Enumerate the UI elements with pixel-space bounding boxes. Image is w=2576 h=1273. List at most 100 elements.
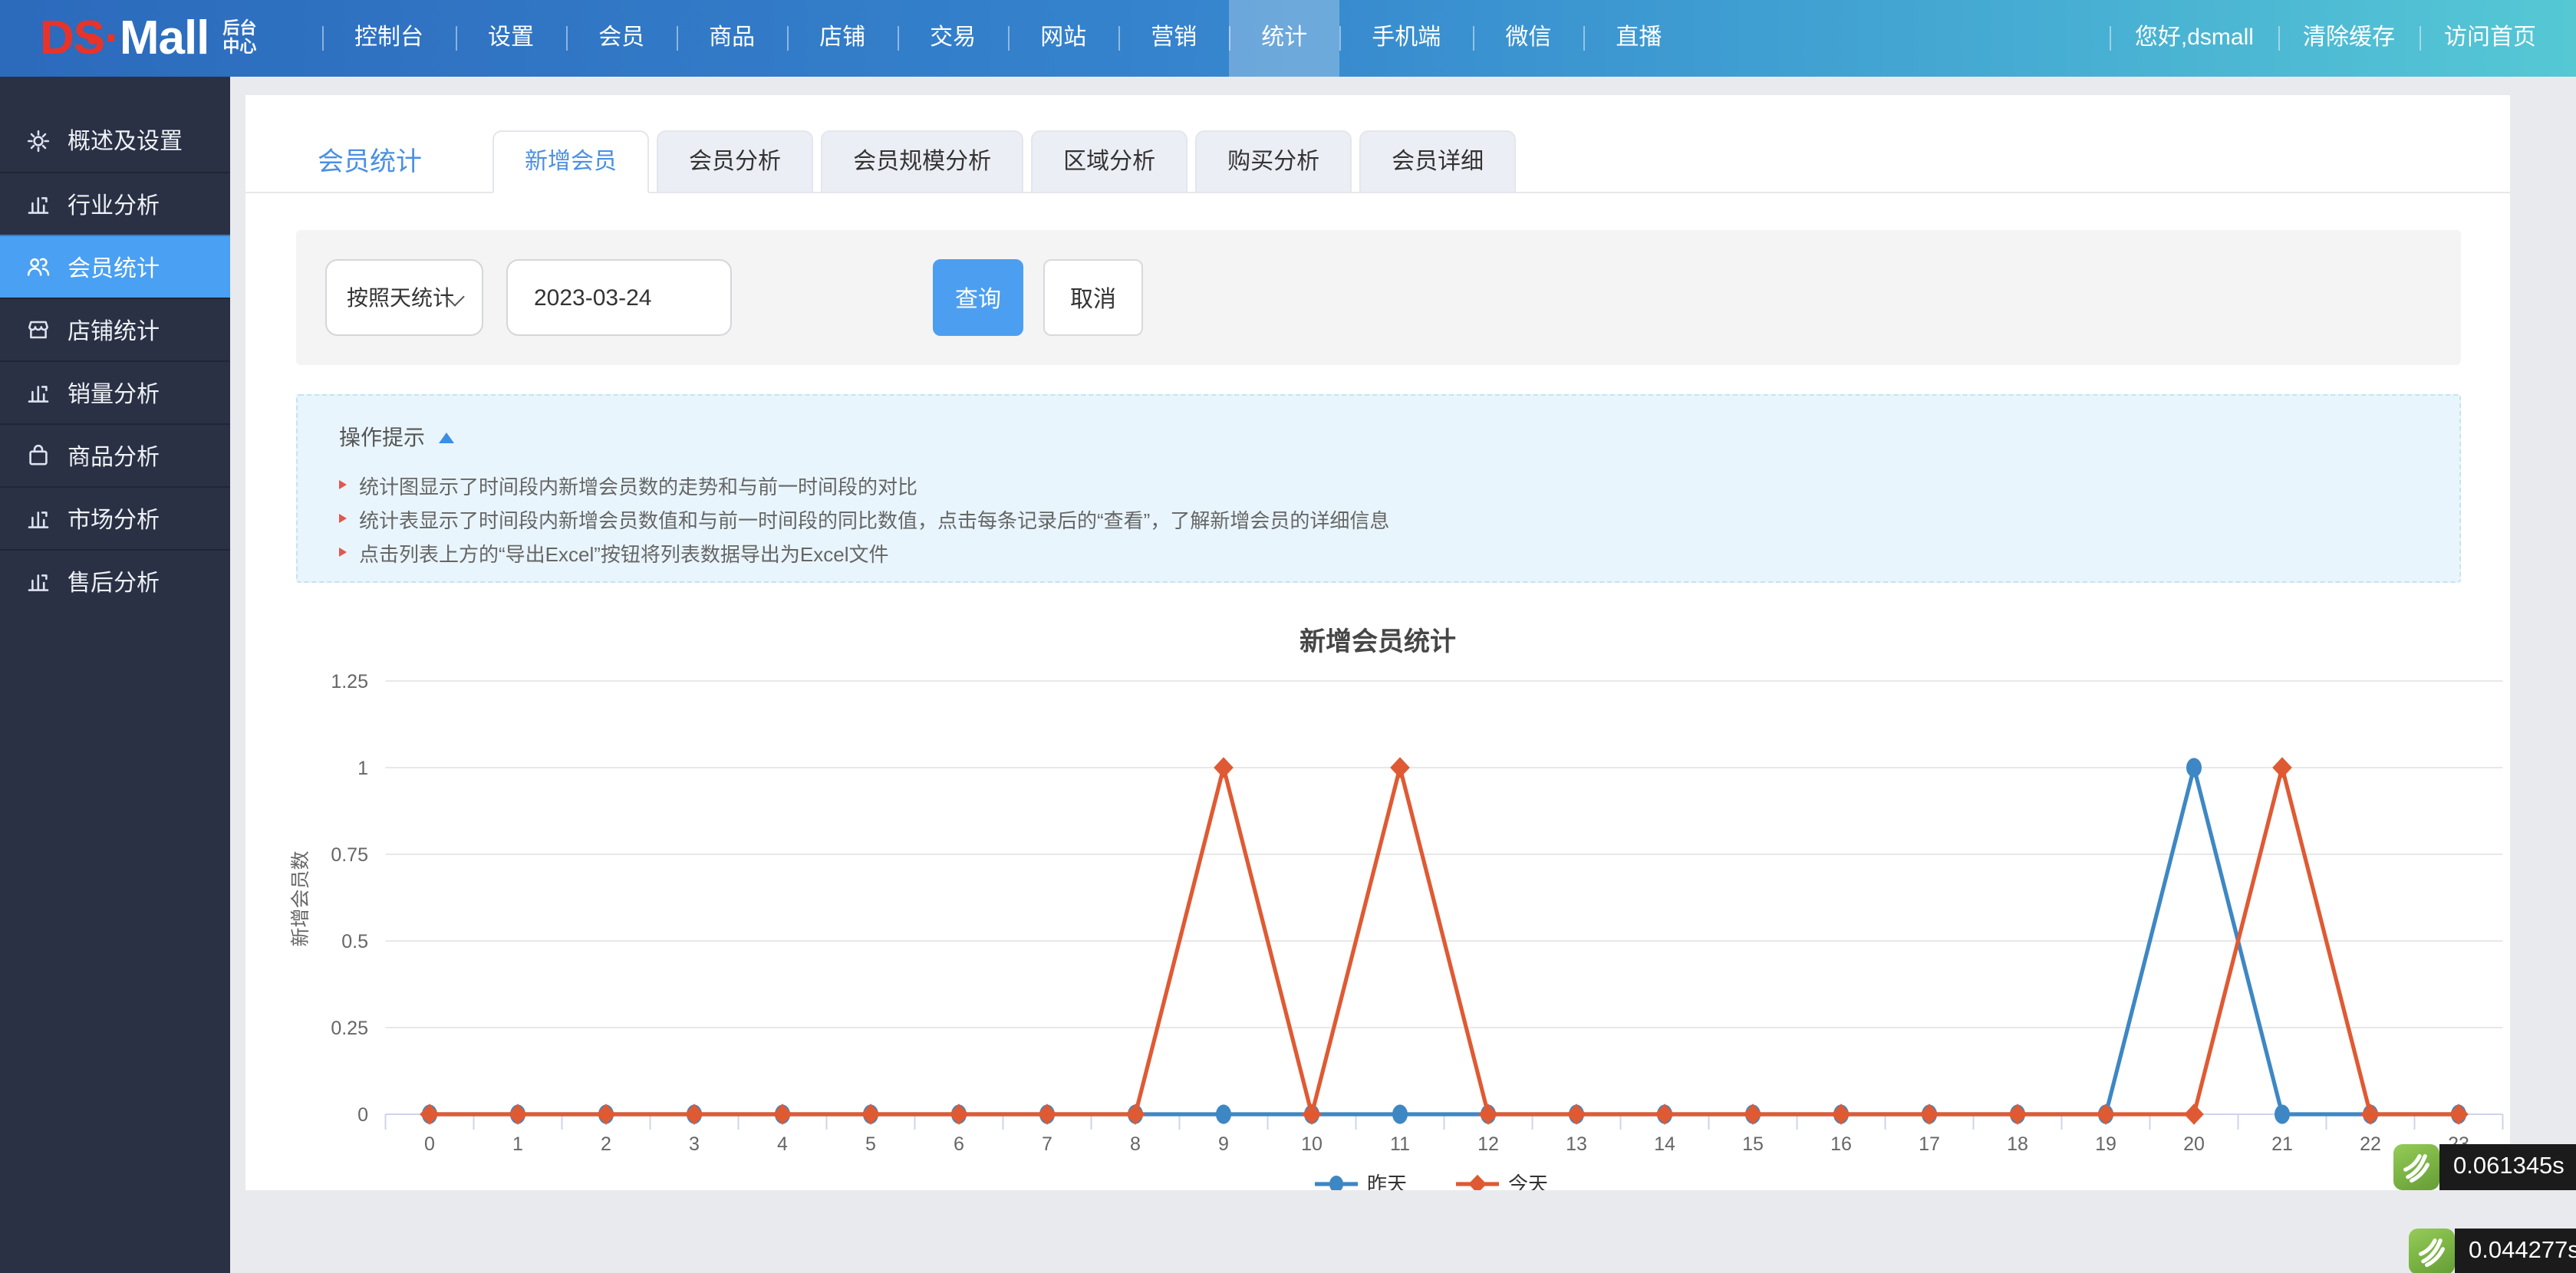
sidebar-item-label: 店铺统计 xyxy=(68,314,160,346)
svg-text:1: 1 xyxy=(357,758,368,779)
content-panel: 会员统计 新增会员 会员分析 会员规模分析 区域分析 购买分析 会员详细 按照天… xyxy=(245,95,2510,1190)
svg-text:17: 17 xyxy=(1919,1133,1940,1155)
flame-icon xyxy=(2409,1229,2455,1273)
menu-item-website[interactable]: 网站 xyxy=(1008,0,1118,77)
bar-chart-icon xyxy=(26,380,51,405)
svg-text:0.75: 0.75 xyxy=(331,844,368,866)
page: DS·Mall 后台 中心 控制台 设置 会员 商品 店铺 交易 网站 营销 统… xyxy=(0,0,2576,1273)
svg-text:4: 4 xyxy=(777,1133,788,1155)
tips-title[interactable]: 操作提示 xyxy=(339,422,454,452)
period-select[interactable]: 按照天统计 xyxy=(325,259,483,336)
bag-icon xyxy=(26,443,51,468)
menu-item-live[interactable]: 直播 xyxy=(1583,0,1694,77)
svg-text:19: 19 xyxy=(2095,1133,2116,1155)
sidebar-item-industry-analysis[interactable]: 行业分析 xyxy=(0,172,230,235)
sidebar-item-overview-settings[interactable]: 概述及设置 xyxy=(0,109,230,172)
svg-text:新增会员数: 新增会员数 xyxy=(290,850,311,946)
date-input[interactable] xyxy=(506,259,732,336)
svg-text:0: 0 xyxy=(424,1133,435,1155)
cancel-button[interactable]: 取消 xyxy=(1043,259,1143,336)
svg-text:13: 13 xyxy=(1566,1133,1587,1155)
svg-text:5: 5 xyxy=(865,1133,876,1155)
clear-cache-link[interactable]: 清除缓存 xyxy=(2278,0,2420,77)
sidebar-item-sales-analysis[interactable]: 销量分析 xyxy=(0,360,230,423)
perf-time-label: 0.044277s xyxy=(2455,1229,2576,1273)
tip-text: 点击列表上方的“导出Excel”按钮将列表数据导出为Excel文件 xyxy=(359,538,889,567)
menu-item-settings[interactable]: 设置 xyxy=(456,0,566,77)
tab-member-scale-analysis[interactable]: 会员规模分析 xyxy=(821,130,1023,193)
svg-text:今天: 今天 xyxy=(1508,1173,1548,1190)
bar-chart-icon xyxy=(26,569,51,594)
svg-text:12: 12 xyxy=(1477,1133,1499,1155)
svg-text:14: 14 xyxy=(1654,1133,1675,1155)
sidebar-item-member-statistics[interactable]: 会员统计 xyxy=(0,235,230,298)
svg-text:16: 16 xyxy=(1830,1133,1852,1155)
sidebar-item-market-analysis[interactable]: 市场分析 xyxy=(0,486,230,549)
sidebar-item-label: 售后分析 xyxy=(68,565,160,597)
gear-icon xyxy=(26,128,51,153)
svg-text:11: 11 xyxy=(1390,1133,1410,1155)
top-menu: 控制台 设置 会员 商品 店铺 交易 网站 营销 统计 手机端 微信 直播 xyxy=(322,0,1694,77)
svg-text:2: 2 xyxy=(601,1133,611,1155)
tab-purchase-analysis[interactable]: 购买分析 xyxy=(1195,130,1352,193)
tips-title-text: 操作提示 xyxy=(339,422,425,452)
sidebar-item-label: 行业分析 xyxy=(68,188,160,220)
svg-text:8: 8 xyxy=(1130,1133,1141,1155)
bar-chart-icon xyxy=(26,506,51,531)
brand-logo[interactable]: DS·Mall 后台 中心 xyxy=(40,0,256,77)
svg-text:7: 7 xyxy=(1042,1133,1052,1155)
menu-item-goods[interactable]: 商品 xyxy=(677,0,787,77)
tip-text: 统计表显示了时间段内新增会员数值和与前一时间段的同比数值，点击每条记录后的“查看… xyxy=(359,504,1389,533)
new-members-line-chart: 新增会员统计新增会员数00.250.50.7511.25012345678910… xyxy=(245,601,2510,1190)
logo-a-dot xyxy=(87,34,98,44)
menu-item-statistics[interactable]: 统计 xyxy=(1229,0,1339,77)
svg-text:22: 22 xyxy=(2360,1133,2381,1155)
menu-item-wechat[interactable]: 微信 xyxy=(1473,0,1583,77)
sidebar-item-goods-analysis[interactable]: 商品分析 xyxy=(0,423,230,486)
sidebar-item-label: 商品分析 xyxy=(68,439,160,472)
bullet-icon xyxy=(339,548,347,557)
operation-tips-box: 操作提示 统计图显示了时间段内新增会员数的走势和与前一时间段的对比 统计表显示了… xyxy=(296,394,2461,583)
tab-member-detail[interactable]: 会员详细 xyxy=(1359,130,1516,193)
tab-member-analysis[interactable]: 会员分析 xyxy=(657,130,813,193)
menu-item-marketing[interactable]: 营销 xyxy=(1118,0,1229,77)
collapse-arrow-icon[interactable] xyxy=(439,432,454,442)
tip-item: 统计表显示了时间段内新增会员数值和与前一时间段的同比数值，点击每条记录后的“查看… xyxy=(339,502,1389,535)
tab-region-analysis[interactable]: 区域分析 xyxy=(1031,130,1188,193)
sidebar-item-label: 市场分析 xyxy=(68,502,160,535)
visit-home-link[interactable]: 访问首页 xyxy=(2420,0,2561,77)
menu-item-stores[interactable]: 店铺 xyxy=(787,0,898,77)
perf-badge[interactable]: 0.044277s xyxy=(2409,1229,2576,1273)
user-links: 您好,dsmall 清除缓存 访问首页 xyxy=(2110,0,2561,77)
sidebar-item-store-statistics[interactable]: 店铺统计 xyxy=(0,298,230,360)
filter-bar: 按照天统计 查询 取消 xyxy=(296,230,2461,365)
menu-item-mobile[interactable]: 手机端 xyxy=(1339,0,1473,77)
bullet-icon xyxy=(339,514,347,523)
svg-text:新增会员统计: 新增会员统计 xyxy=(1300,627,1456,656)
store-icon xyxy=(26,317,51,342)
menu-item-dashboard[interactable]: 控制台 xyxy=(322,0,456,77)
perf-badge[interactable]: 0.061345s xyxy=(2393,1144,2576,1190)
sidebar-item-aftersale-analysis[interactable]: 售后分析 xyxy=(0,549,230,612)
bar-chart-icon xyxy=(26,192,51,216)
svg-text:0.25: 0.25 xyxy=(331,1018,368,1039)
svg-text:15: 15 xyxy=(1742,1133,1764,1155)
sidebar-item-label: 销量分析 xyxy=(68,377,160,409)
sidebar-list: 概述及设置 行业分析 会员统计 店铺统计 销量分析 商品分析 xyxy=(0,77,230,612)
svg-text:0.5: 0.5 xyxy=(341,931,368,952)
tip-item: 点击列表上方的“导出Excel”按钮将列表数据导出为Excel文件 xyxy=(339,535,1389,569)
tip-item: 统计图显示了时间段内新增会员数的走势和与前一时间段的对比 xyxy=(339,468,1389,502)
period-select-value: 按照天统计 xyxy=(347,285,454,310)
page-title: 会员统计 xyxy=(318,144,422,181)
brand-logo-text: DS·Mall xyxy=(40,0,209,77)
sidebar-item-label: 会员统计 xyxy=(68,251,160,283)
query-button[interactable]: 查询 xyxy=(933,259,1023,336)
tab-new-members[interactable]: 新增会员 xyxy=(492,130,649,193)
svg-text:20: 20 xyxy=(2183,1133,2205,1155)
sidebar: 概述及设置 行业分析 会员统计 店铺统计 销量分析 商品分析 xyxy=(0,77,230,1273)
menu-item-members[interactable]: 会员 xyxy=(566,0,677,77)
flame-icon xyxy=(2393,1144,2439,1190)
svg-text:6: 6 xyxy=(954,1133,964,1155)
svg-text:21: 21 xyxy=(2271,1133,2293,1155)
menu-item-trade[interactable]: 交易 xyxy=(898,0,1008,77)
